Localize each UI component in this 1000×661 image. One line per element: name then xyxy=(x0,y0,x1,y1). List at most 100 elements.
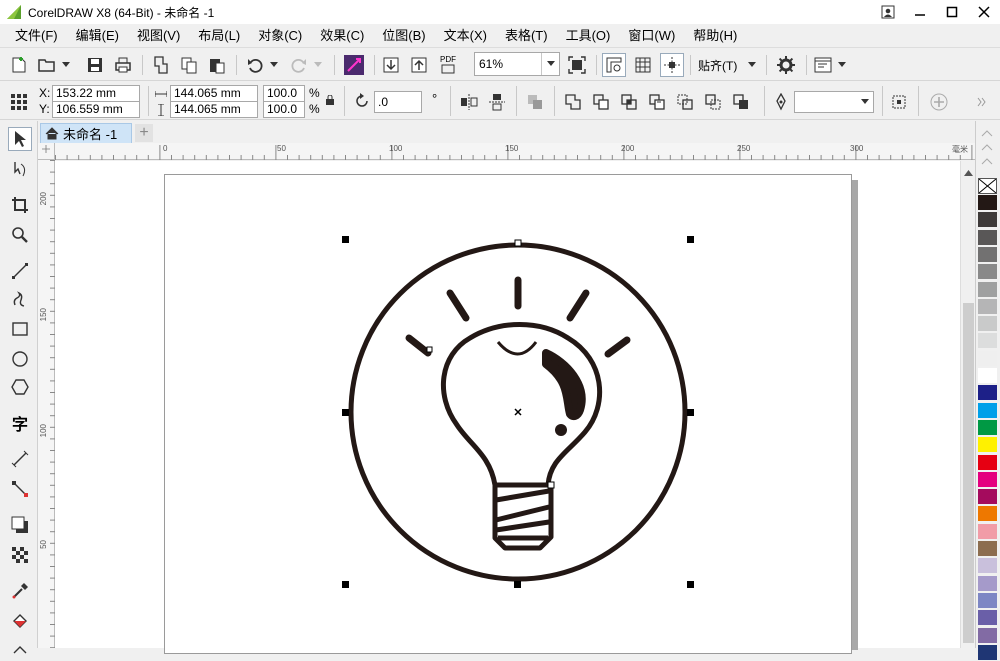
application-launcher-icon[interactable] xyxy=(812,54,834,76)
color-swatch[interactable] xyxy=(978,592,997,609)
menu-window[interactable]: 窗口(W) xyxy=(619,25,684,47)
zoom-level-combo[interactable]: 61% xyxy=(474,52,560,76)
create-boundary-icon[interactable] xyxy=(730,91,752,113)
menu-view[interactable]: 视图(V) xyxy=(128,25,189,47)
color-swatch[interactable] xyxy=(978,506,997,523)
width-field[interactable]: 144.065 mm xyxy=(170,85,258,102)
node-handle[interactable] xyxy=(547,481,555,489)
add-icon[interactable] xyxy=(928,91,950,113)
full-screen-icon[interactable] xyxy=(566,54,588,76)
scroll-up-icon[interactable] xyxy=(964,165,973,179)
menu-help[interactable]: 帮助(H) xyxy=(684,25,746,47)
import-file-icon[interactable] xyxy=(380,54,402,76)
undo-dropdown-icon[interactable] xyxy=(268,54,280,76)
scrollbar-thumb[interactable] xyxy=(963,303,974,643)
corel-connect-icon[interactable] xyxy=(342,53,366,77)
copy-icon[interactable] xyxy=(178,54,200,76)
publish-pdf-icon[interactable]: PDF xyxy=(436,54,460,76)
smart-fill-icon[interactable] xyxy=(8,637,32,661)
color-swatch[interactable] xyxy=(978,523,997,540)
connector-tool-icon[interactable] xyxy=(8,477,32,501)
front-minus-back-icon[interactable] xyxy=(674,91,696,113)
redo-dropdown-icon[interactable] xyxy=(312,54,324,76)
color-swatch[interactable] xyxy=(978,419,997,436)
zoom-tool-icon[interactable] xyxy=(8,223,32,247)
color-swatch[interactable] xyxy=(978,402,997,419)
vertical-ruler[interactable]: 200 150 100 50 xyxy=(38,160,55,649)
color-swatch[interactable] xyxy=(978,333,997,350)
palette-scroll-up-icon[interactable] xyxy=(980,127,994,141)
menu-object[interactable]: 对象(C) xyxy=(249,25,311,47)
drop-shadow-icon[interactable] xyxy=(8,513,32,537)
menu-bitmaps[interactable]: 位图(B) xyxy=(373,25,434,47)
snap-to-button[interactable]: 贴齐(T) xyxy=(698,54,742,76)
palette-options-icon[interactable] xyxy=(980,155,994,169)
node-handle[interactable] xyxy=(514,239,522,247)
drawing-canvas[interactable] xyxy=(55,161,960,654)
color-swatch[interactable] xyxy=(978,195,997,211)
color-swatch[interactable] xyxy=(978,229,997,246)
simplify-icon[interactable] xyxy=(646,91,668,113)
x-position-field[interactable]: 153.22 mm xyxy=(52,85,140,102)
color-swatch[interactable] xyxy=(978,471,997,488)
color-swatch[interactable] xyxy=(978,281,997,298)
open-folder-icon[interactable] xyxy=(36,54,58,76)
ellipse-tool-icon[interactable] xyxy=(8,347,32,371)
artistic-media-icon[interactable] xyxy=(8,287,32,311)
height-field[interactable]: 144.065 mm xyxy=(170,101,258,118)
interactive-fill-icon[interactable] xyxy=(8,609,32,633)
redo-icon[interactable] xyxy=(288,54,310,76)
freehand-tool-icon[interactable] xyxy=(8,259,32,283)
transparency-tool-icon[interactable] xyxy=(8,543,32,567)
menu-file[interactable]: 文件(F) xyxy=(6,25,67,47)
import-icon[interactable] xyxy=(150,54,172,76)
minimize-button[interactable] xyxy=(904,0,936,24)
intersect-icon[interactable] xyxy=(618,91,640,113)
new-tab-button[interactable]: + xyxy=(135,124,153,142)
menu-table[interactable]: 表格(T) xyxy=(496,25,557,47)
color-swatch[interactable] xyxy=(978,316,997,333)
menu-effects[interactable]: 效果(C) xyxy=(311,25,373,47)
scale-width-field[interactable]: 100.0 xyxy=(263,85,305,102)
palette-options-icon[interactable] xyxy=(980,141,994,155)
open-dropdown-icon[interactable] xyxy=(60,54,72,76)
paste-icon[interactable] xyxy=(206,54,228,76)
color-swatch[interactable] xyxy=(978,350,997,367)
menu-text[interactable]: 文本(X) xyxy=(435,25,496,47)
document-tab[interactable]: 未命名 -1 xyxy=(40,123,132,143)
crop-tool-icon[interactable] xyxy=(8,193,32,217)
color-swatch[interactable] xyxy=(978,489,997,506)
color-swatch[interactable] xyxy=(978,246,997,263)
color-swatch[interactable] xyxy=(978,627,997,644)
lock-ratio-icon[interactable] xyxy=(324,94,336,106)
new-document-icon[interactable] xyxy=(8,54,30,76)
zoom-dropdown-icon[interactable] xyxy=(541,53,559,75)
outline-width-dropdown-icon[interactable] xyxy=(856,92,873,112)
trim-icon[interactable] xyxy=(590,91,612,113)
color-swatch[interactable] xyxy=(978,454,997,471)
more-chevron-icon[interactable] xyxy=(974,91,990,113)
no-color-swatch[interactable] xyxy=(978,178,997,194)
eyedropper-tool-icon[interactable] xyxy=(8,579,32,603)
undo-icon[interactable] xyxy=(244,54,266,76)
menu-edit[interactable]: 编辑(E) xyxy=(67,25,128,47)
reference-point-icon[interactable] xyxy=(8,91,30,113)
dimension-tool-icon[interactable] xyxy=(8,447,32,471)
color-swatch[interactable] xyxy=(978,644,997,661)
node-handle[interactable] xyxy=(426,346,433,353)
show-rulers-icon[interactable] xyxy=(602,53,626,77)
show-guidelines-icon[interactable] xyxy=(660,53,684,77)
polygon-tool-icon[interactable] xyxy=(8,375,32,399)
print-icon[interactable] xyxy=(112,54,134,76)
launcher-dropdown-icon[interactable] xyxy=(836,54,848,76)
color-swatch[interactable] xyxy=(978,264,997,281)
maximize-button[interactable] xyxy=(936,0,968,24)
color-swatch[interactable] xyxy=(978,575,997,592)
color-swatch[interactable] xyxy=(978,437,997,454)
menu-layout[interactable]: 布局(L) xyxy=(189,25,249,47)
options-gear-icon[interactable] xyxy=(774,54,798,76)
ruler-origin[interactable] xyxy=(38,143,55,160)
weld-icon[interactable] xyxy=(562,91,584,113)
close-button[interactable] xyxy=(968,0,1000,24)
color-swatch[interactable] xyxy=(978,212,997,229)
